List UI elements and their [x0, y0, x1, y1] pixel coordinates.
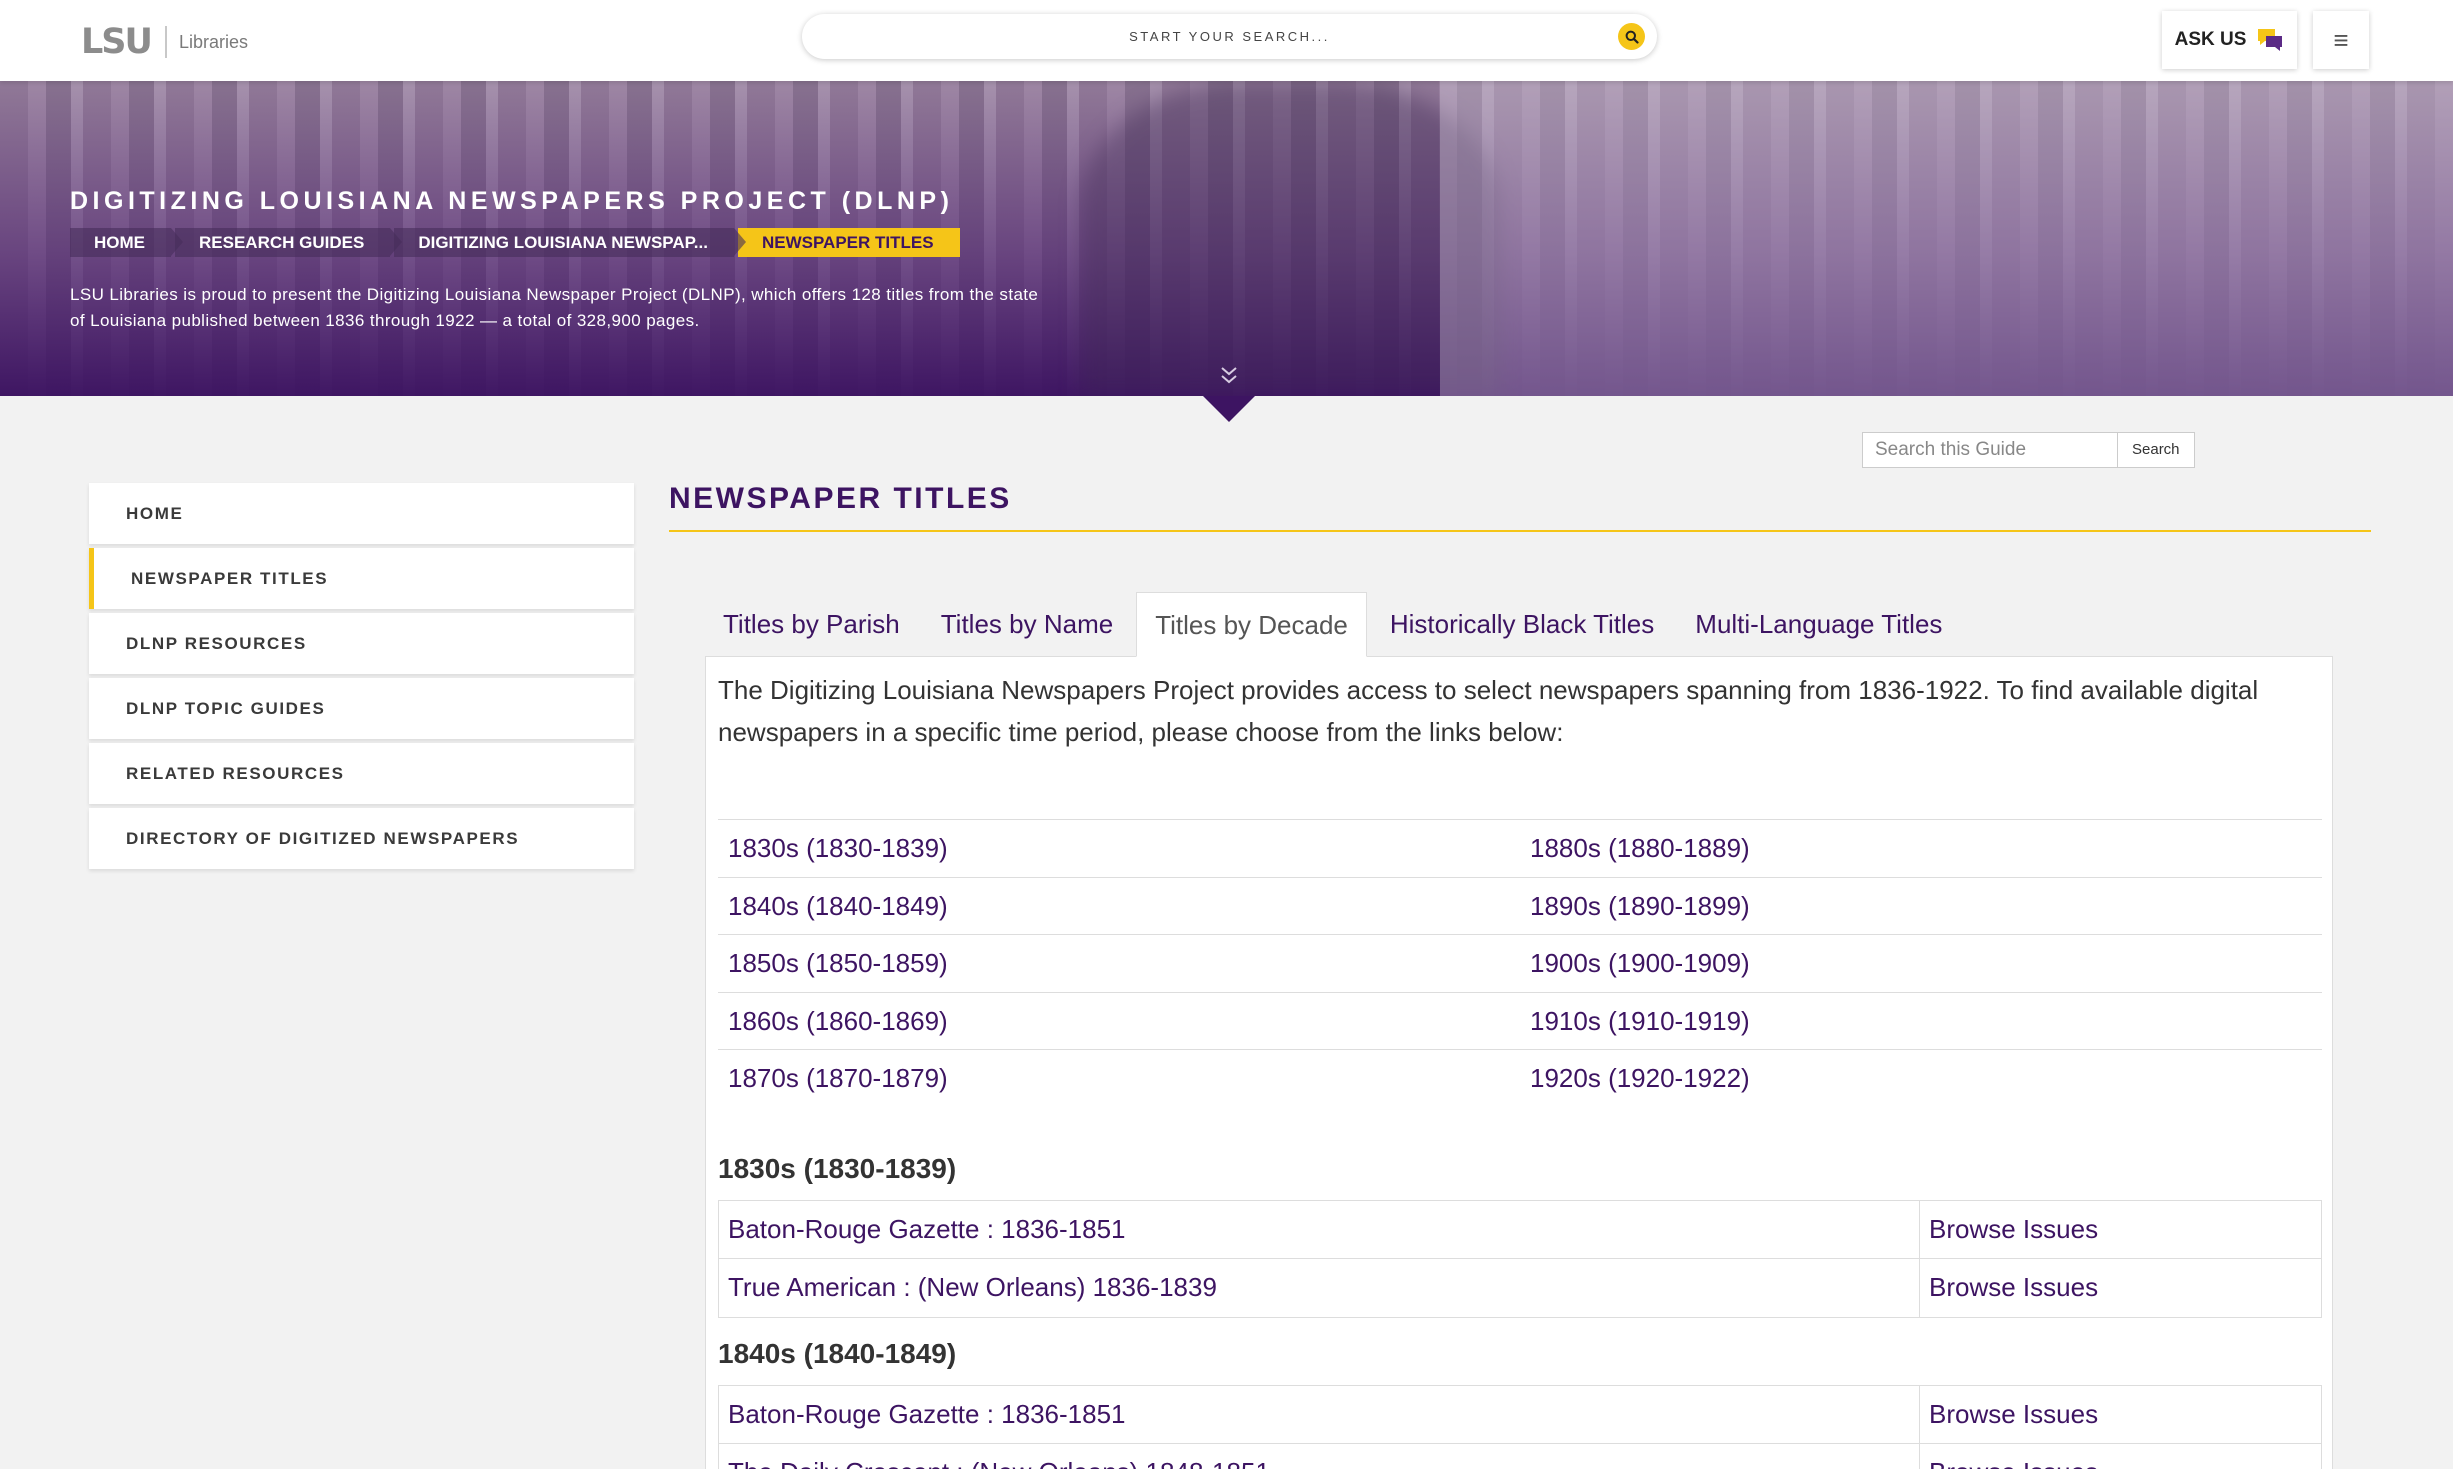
ask-us-button[interactable]: ASK US: [2162, 11, 2297, 69]
decade-link[interactable]: 1860s (1860-1869): [718, 993, 1520, 1050]
newspaper-title-link[interactable]: True American : (New Orleans) 1836-1839: [719, 1259, 1920, 1317]
breadcrumb: HOME RESEARCH GUIDES DIGITIZING LOUISIAN…: [70, 228, 964, 257]
table-row: Baton-Rouge Gazette : 1836-1851 Browse I…: [719, 1386, 2321, 1444]
hero-photo-background: [1440, 81, 2453, 396]
sidebar-item-related-resources[interactable]: RELATED RESOURCES: [89, 743, 634, 804]
tab-historically-black-titles[interactable]: Historically Black Titles: [1372, 592, 1672, 657]
titles-table: Baton-Rouge Gazette : 1836-1851 Browse I…: [718, 1200, 2322, 1318]
decade-link[interactable]: 1920s (1920-1922): [1520, 1050, 2322, 1107]
decade-link[interactable]: 1900s (1900-1909): [1520, 935, 2322, 992]
chat-bubbles-icon: [2258, 29, 2283, 51]
table-row: 1870s (1870-1879) 1920s (1920-1922): [718, 1049, 2322, 1107]
browse-issues-link[interactable]: Browse Issues: [1920, 1386, 2098, 1443]
table-row: True American : (New Orleans) 1836-1839 …: [719, 1259, 2321, 1317]
table-row: 1830s (1830-1839) 1880s (1880-1889): [718, 819, 2322, 877]
guide-search-input[interactable]: Search this Guide: [1862, 432, 2118, 468]
decade-link[interactable]: 1880s (1880-1889): [1520, 820, 2322, 877]
lsu-libraries-logo[interactable]: LSU Libraries: [81, 22, 248, 62]
browse-issues-link[interactable]: Browse Issues: [1920, 1444, 2098, 1469]
hero-banner: DIGITIZING LOUISIANA NEWSPAPERS PROJECT …: [0, 81, 2453, 396]
top-bar: LSU Libraries START YOUR SEARCH... ASK U…: [0, 0, 2453, 81]
tab-panel: The Digitizing Louisiana Newspapers Proj…: [705, 656, 2333, 1469]
newspaper-title-link[interactable]: Baton-Rouge Gazette : 1836-1851: [719, 1386, 1920, 1443]
hero-photo-figure: [1080, 81, 1500, 396]
tab-bar: Titles by Parish Titles by Name Titles b…: [705, 592, 1965, 657]
decade-link[interactable]: 1910s (1910-1919): [1520, 993, 2322, 1050]
guide-description: LSU Libraries is proud to present the Di…: [70, 285, 1039, 330]
browse-issues-link[interactable]: Browse Issues: [1920, 1201, 2098, 1258]
site-search-placeholder: START YOUR SEARCH...: [1129, 29, 1330, 44]
decade-link[interactable]: 1870s (1870-1879): [718, 1050, 1520, 1107]
section-heading: 1840s (1840-1849): [718, 1338, 957, 1369]
breadcrumb-current: NEWSPAPER TITLES: [737, 228, 960, 257]
logo-mark: LSU: [81, 22, 153, 62]
sidebar-item-home[interactable]: HOME: [89, 483, 634, 544]
tab-titles-by-decade[interactable]: Titles by Decade: [1136, 592, 1367, 657]
title-divider: [669, 530, 2371, 532]
newspaper-title-link[interactable]: Baton-Rouge Gazette : 1836-1851: [719, 1201, 1920, 1258]
tab-multi-language-titles[interactable]: Multi-Language Titles: [1677, 592, 1960, 657]
page-title: NEWSPAPER TITLES: [669, 482, 1012, 515]
decade-link[interactable]: 1850s (1850-1859): [718, 935, 1520, 992]
decade-links-table: 1830s (1830-1839) 1880s (1880-1889) 1840…: [718, 819, 2322, 1107]
hamburger-icon: ≡: [2333, 24, 2349, 55]
decade-link[interactable]: 1840s (1840-1849): [718, 878, 1520, 935]
logo-subtitle: Libraries: [178, 31, 248, 52]
table-row: 1850s (1850-1859) 1900s (1900-1909): [718, 934, 2322, 992]
table-row: 1860s (1860-1869) 1910s (1910-1919): [718, 991, 2322, 1050]
decade-link[interactable]: 1830s (1830-1839): [718, 820, 1520, 877]
section-heading: 1830s (1830-1839): [718, 1153, 957, 1184]
sidebar-item-newspaper-titles[interactable]: NEWSPAPER TITLES: [89, 548, 634, 609]
hero-notch: [1203, 396, 1255, 422]
decade-link[interactable]: 1890s (1890-1899): [1520, 878, 2322, 935]
sidebar-item-directory-digitized-newspapers[interactable]: DIRECTORY OF DIGITIZED NEWSPAPERS: [89, 808, 634, 869]
guide-search-button[interactable]: Search: [2118, 432, 2195, 468]
ask-us-label: ASK US: [2174, 29, 2247, 50]
hamburger-menu-button[interactable]: ≡: [2313, 11, 2369, 69]
breadcrumb-home[interactable]: HOME: [70, 228, 183, 257]
sidebar-item-dlnp-topic-guides[interactable]: DLNP TOPIC GUIDES: [89, 678, 634, 739]
tab-titles-by-parish[interactable]: Titles by Parish: [705, 592, 918, 657]
site-search-input[interactable]: START YOUR SEARCH...: [802, 14, 1657, 59]
guide-title: DIGITIZING LOUISIANA NEWSPAPERS PROJECT …: [70, 187, 954, 215]
sidebar-item-dlnp-resources[interactable]: DLNP RESOURCES: [89, 613, 634, 674]
tab-titles-by-name[interactable]: Titles by Name: [923, 592, 1131, 657]
table-row: 1840s (1840-1849) 1890s (1890-1899): [718, 876, 2322, 935]
newspaper-title-link[interactable]: The Daily Crescent : (New Orleans) 1848-…: [719, 1444, 1920, 1469]
intro-text: The Digitizing Louisiana Newspapers Proj…: [718, 675, 2259, 747]
table-row: The Daily Crescent : (New Orleans) 1848-…: [719, 1444, 2321, 1469]
guide-search-form: Search this Guide Search: [1862, 432, 2195, 468]
breadcrumb-dlnp[interactable]: DIGITIZING LOUISIANA NEWSPAP...: [394, 228, 746, 257]
table-row: Baton-Rouge Gazette : 1836-1851 Browse I…: [719, 1201, 2321, 1259]
breadcrumb-research-guides[interactable]: RESEARCH GUIDES: [175, 228, 403, 257]
browse-issues-link[interactable]: Browse Issues: [1920, 1259, 2098, 1317]
search-icon[interactable]: [1618, 23, 1645, 50]
guide-sidebar-nav: HOME NEWSPAPER TITLES DLNP RESOURCES DLN…: [89, 483, 634, 873]
titles-table: Baton-Rouge Gazette : 1836-1851 Browse I…: [718, 1385, 2322, 1469]
logo-divider: [164, 26, 167, 58]
double-chevron-down-icon[interactable]: [1220, 366, 1238, 392]
